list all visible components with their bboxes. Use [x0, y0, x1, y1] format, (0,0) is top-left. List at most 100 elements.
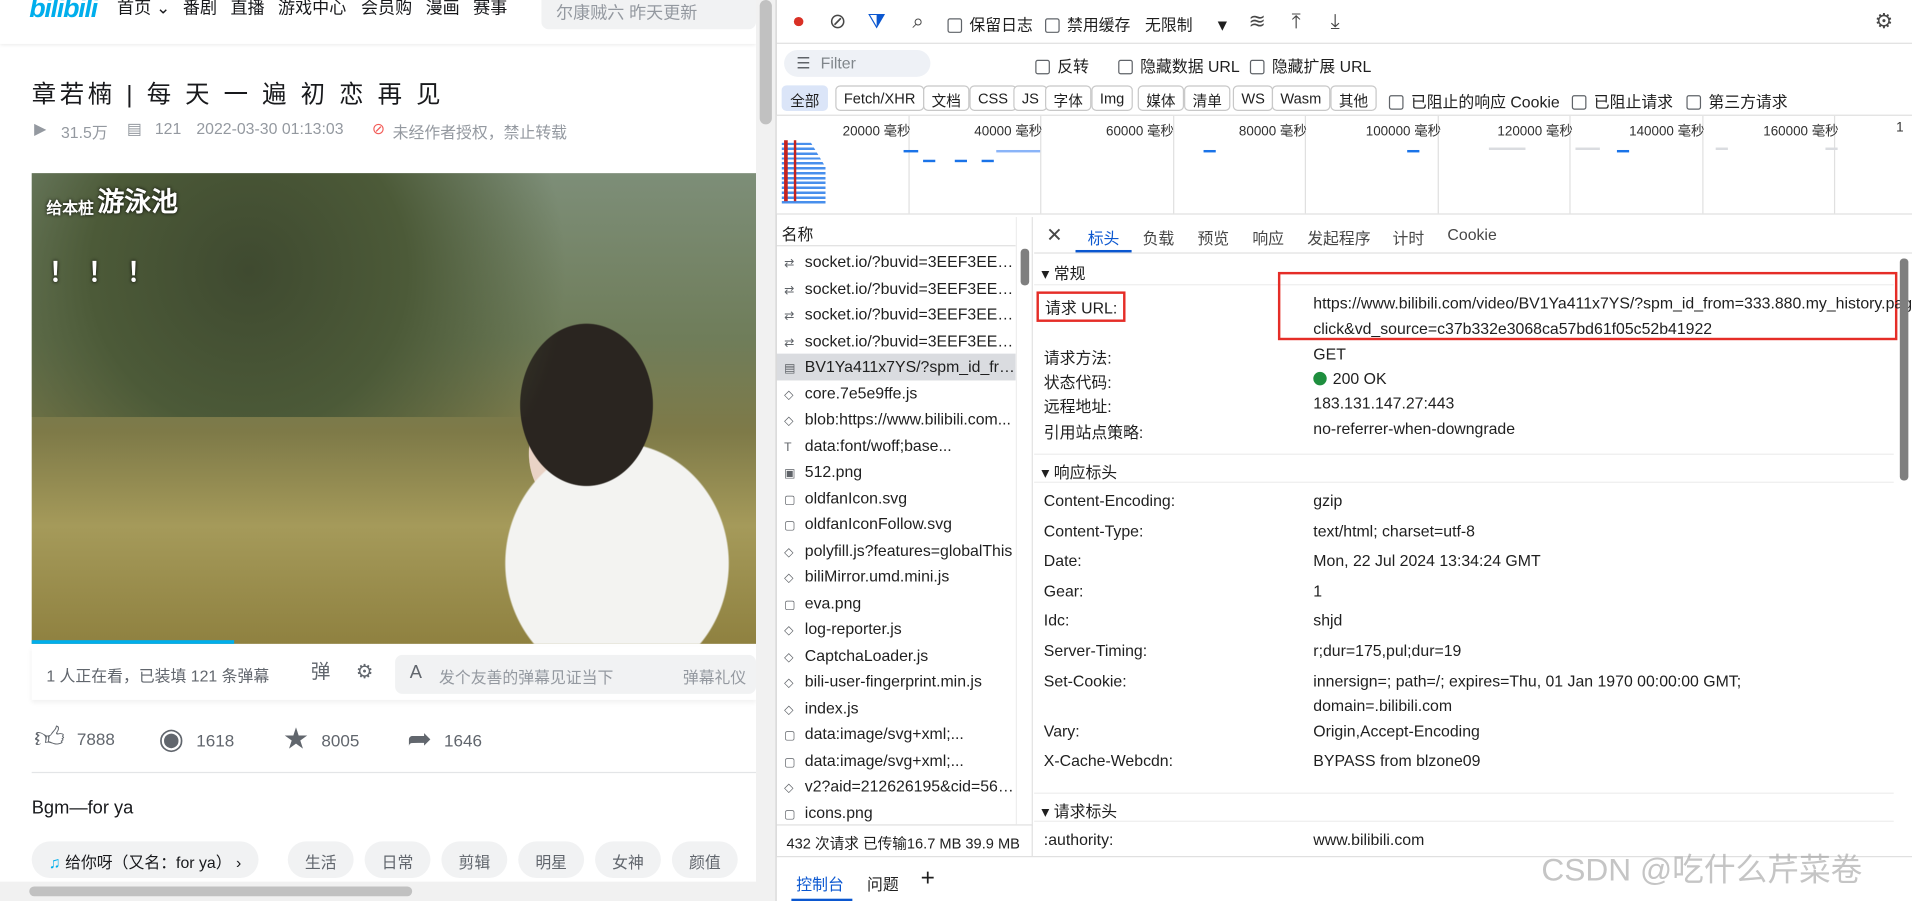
- timeline-overview[interactable]: 20000 毫秒 40000 毫秒 60000 毫秒 80000 毫秒 1000…: [776, 114, 1912, 215]
- checkbox[interactable]: [1249, 59, 1265, 75]
- throttle-select[interactable]: 无限制 ▼: [1145, 12, 1230, 35]
- request-row[interactable]: Tdata:font/woff;base...: [777, 432, 1016, 458]
- tab-headers[interactable]: 标头: [1088, 226, 1120, 249]
- checkbox[interactable]: [1045, 18, 1060, 33]
- checkbox[interactable]: [1571, 95, 1587, 110]
- tab-response[interactable]: 响应: [1252, 226, 1284, 249]
- settings-gear-icon[interactable]: ⚙: [1869, 7, 1898, 36]
- type-fetch-xhr[interactable]: Fetch/XHR: [835, 85, 924, 111]
- favorite-button[interactable]: ★ 8005: [283, 722, 359, 757]
- coin-button[interactable]: ◉ 1618: [159, 722, 235, 757]
- network-conditions-icon[interactable]: ≋: [1243, 7, 1272, 36]
- nav-mall[interactable]: 会员购: [361, 0, 412, 20]
- type-wasm[interactable]: Wasm: [1271, 85, 1330, 111]
- tag-item[interactable]: 明星: [518, 841, 585, 878]
- request-row[interactable]: ▢ eva.png: [777, 590, 1016, 616]
- checkbox[interactable]: [947, 18, 963, 33]
- page-vertical-scrollbar[interactable]: [756, 0, 776, 901]
- close-icon[interactable]: ✕: [1046, 223, 1062, 247]
- detail-scrollbar[interactable]: [1896, 254, 1912, 856]
- danmaku-settings-icon[interactable]: ⚙: [351, 660, 378, 687]
- section-request-headers[interactable]: ▾ 请求标头: [1034, 792, 1894, 822]
- type-ws[interactable]: WS: [1232, 85, 1274, 111]
- danmaku-etiquette-link[interactable]: 弹幕礼仪: [683, 665, 746, 688]
- tag-item[interactable]: 生活: [287, 841, 354, 878]
- tab-console[interactable]: 控制台: [796, 872, 844, 895]
- bilibili-logo[interactable]: bilibili: [29, 0, 98, 24]
- tab-issues[interactable]: 问题: [867, 872, 899, 895]
- like-button[interactable]: 👍︎ 7888: [34, 722, 115, 756]
- type-other[interactable]: 其他: [1330, 85, 1377, 111]
- scrollbar-thumb[interactable]: [759, 0, 772, 125]
- search-input[interactable]: 尔康贼六 昨天更新: [541, 0, 757, 30]
- filter-input[interactable]: ☰ Filter: [784, 49, 931, 77]
- checkbox[interactable]: [1686, 95, 1702, 110]
- hide-ext-url-checkbox[interactable]: 隐藏扩展 URL: [1249, 54, 1371, 77]
- preserve-log-checkbox[interactable]: 保留日志: [947, 12, 1033, 35]
- request-row[interactable]: ◇ v2?aid=212626195&cid=562...: [777, 773, 1016, 799]
- request-row[interactable]: ⇄ socket.io/?buvid=3EEF3EE1-4...: [777, 249, 1016, 275]
- tag-music[interactable]: ♫ 给你呀（又名：for ya） ›: [31, 841, 259, 878]
- nav-anime[interactable]: 番剧: [183, 0, 217, 20]
- checkbox[interactable]: [1035, 59, 1050, 75]
- danmaku-style-icon[interactable]: A: [410, 662, 422, 683]
- request-row[interactable]: ◇ CaptchaLoader.js: [777, 642, 1016, 668]
- scrollbar-thumb[interactable]: [29, 886, 413, 897]
- request-row[interactable]: ◇ core.7e5e9ffe.js: [777, 380, 1016, 406]
- request-row[interactable]: ▢ oldfanIconFollow.svg: [777, 511, 1016, 537]
- tab-initiator[interactable]: 发起程序: [1307, 226, 1370, 249]
- request-row[interactable]: ▢ data:image/svg+xml;...: [777, 747, 1016, 773]
- type-media[interactable]: 媒体: [1137, 85, 1185, 111]
- tab-payload[interactable]: 负载: [1143, 226, 1175, 249]
- nav-home[interactable]: 首页 ⌄: [117, 0, 170, 20]
- tag-item[interactable]: 颜值: [671, 841, 738, 878]
- nav-live[interactable]: 直播: [230, 0, 264, 20]
- type-manifest[interactable]: 清单: [1184, 85, 1231, 111]
- hide-data-url-checkbox[interactable]: 隐藏数据 URL: [1118, 54, 1240, 77]
- danmaku-input[interactable]: A 发个友善的弹幕见证当下 弹幕礼仪: [395, 654, 757, 694]
- add-tab-icon[interactable]: +: [921, 865, 935, 893]
- tag-item[interactable]: 女神: [595, 841, 661, 878]
- request-row[interactable]: ◇ polyfill.js?features=globalThis: [777, 537, 1016, 563]
- type-all[interactable]: 全部: [781, 85, 828, 111]
- tab-preview[interactable]: 预览: [1197, 226, 1229, 249]
- request-row[interactable]: ▢ icons.png: [777, 799, 1016, 824]
- section-response-headers[interactable]: ▾ 响应标头: [1034, 453, 1894, 483]
- column-name-header[interactable]: 名称: [776, 217, 1016, 247]
- request-row[interactable]: ◇ bili-user-fingerprint.min.js: [777, 668, 1016, 694]
- type-doc[interactable]: 文档: [923, 85, 970, 111]
- video-player[interactable]: 给本桩 游泳池 ！！！: [31, 173, 757, 644]
- clear-icon[interactable]: ⊘: [823, 7, 852, 36]
- request-row[interactable]: ⇄ socket.io/?buvid=3EEF3EE1-4...: [777, 301, 1016, 327]
- export-har-icon[interactable]: ⤓: [1321, 7, 1350, 36]
- checkbox[interactable]: [1118, 59, 1133, 75]
- danmaku-toggle-icon[interactable]: 弹: [307, 660, 334, 687]
- import-har-icon[interactable]: ⤒: [1282, 7, 1311, 36]
- nav-esports[interactable]: 赛事: [473, 0, 507, 20]
- video-progress-bar[interactable]: [31, 640, 235, 644]
- invert-checkbox[interactable]: 反转: [1035, 54, 1089, 77]
- blocked-cookies-checkbox[interactable]: 已阻止的响应 Cookie: [1388, 89, 1560, 112]
- scrollbar-thumb[interactable]: [1899, 258, 1909, 481]
- disable-cache-checkbox[interactable]: 禁用缓存: [1045, 12, 1130, 35]
- request-row[interactable]: ⇄ socket.io/?buvid=3EEF3EE1-4...: [777, 275, 1016, 301]
- record-stop-icon[interactable]: ⏺: [784, 7, 813, 36]
- share-button[interactable]: ➦ 1646: [407, 722, 482, 757]
- horizontal-scrollbar[interactable]: [0, 881, 757, 901]
- third-party-checkbox[interactable]: 第三方请求: [1686, 89, 1788, 112]
- filter-icon[interactable]: ⧩: [862, 7, 891, 36]
- request-row[interactable]: ◇ biliMirror.umd.mini.js: [777, 563, 1016, 589]
- type-css[interactable]: CSS: [969, 85, 1017, 111]
- tab-timing[interactable]: 计时: [1393, 226, 1425, 249]
- tab-cookies[interactable]: Cookie: [1447, 226, 1496, 244]
- nav-game-center[interactable]: 游戏中心: [278, 0, 346, 20]
- type-font[interactable]: 字体: [1045, 85, 1092, 111]
- checkbox[interactable]: [1388, 95, 1404, 110]
- request-row[interactable]: ◇ index.js: [777, 694, 1016, 720]
- type-js[interactable]: JS: [1013, 85, 1048, 111]
- request-row[interactable]: ▢ data:image/svg+xml;...: [777, 721, 1016, 747]
- search-icon[interactable]: ⌕: [904, 7, 933, 36]
- request-row[interactable]: ▣ 512.png: [777, 458, 1016, 484]
- tag-item[interactable]: 剪辑: [441, 841, 508, 878]
- request-row[interactable]: ▢ oldfanIcon.svg: [777, 485, 1016, 511]
